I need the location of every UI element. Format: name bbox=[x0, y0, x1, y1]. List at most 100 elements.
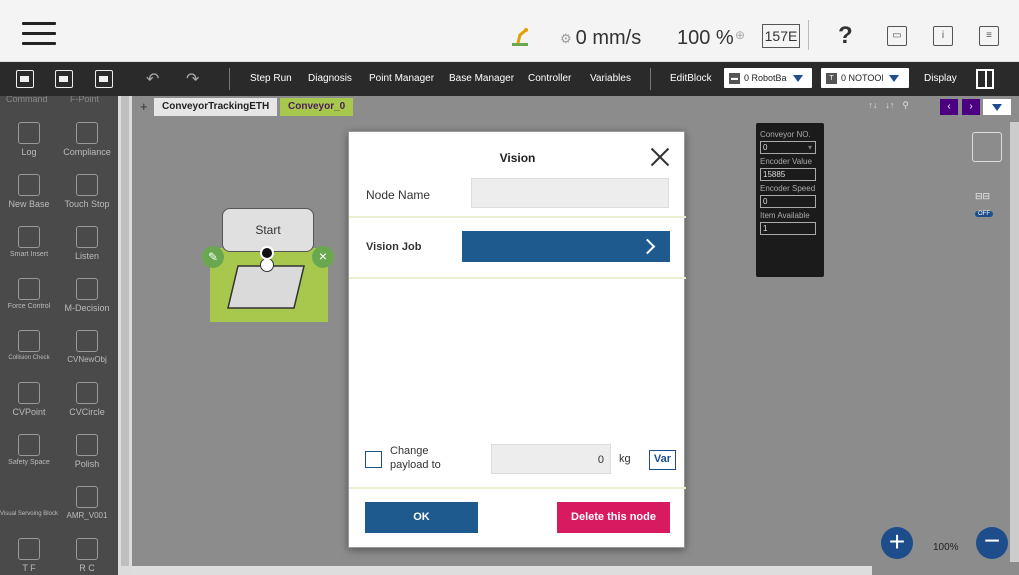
edit-icon[interactable]: ✎ bbox=[202, 246, 224, 268]
tab-conveyor-0[interactable]: Conveyor_0 bbox=[280, 98, 354, 116]
node-name-input[interactable] bbox=[471, 178, 669, 208]
change-payload-checkbox[interactable] bbox=[365, 451, 382, 468]
status-bar: ⚙ 0 mm/s 100 % ⊕ 157E ? ▭ i ≡ bbox=[0, 0, 1019, 62]
redo-icon[interactable]: ↷ bbox=[186, 69, 199, 89]
speed-adjust-icon[interactable]: ⊕ bbox=[735, 28, 745, 42]
tab-conveyor-tracking[interactable]: ConveyorTrackingETH bbox=[154, 98, 278, 116]
display-button[interactable]: Display bbox=[924, 73, 957, 84]
encoder-speed-label: Encoder Speed bbox=[760, 184, 816, 193]
palette-item-compliance[interactable]: Compliance bbox=[58, 116, 116, 168]
zoom-level: 100% bbox=[933, 542, 959, 553]
close-icon[interactable]: × bbox=[312, 246, 334, 268]
cvnewobj-icon bbox=[76, 330, 98, 352]
sort-desc-icon[interactable]: ↓↑ bbox=[885, 100, 894, 111]
menu-icon[interactable] bbox=[22, 22, 56, 45]
panel-toggle-icon[interactable] bbox=[976, 69, 994, 89]
start-node-group: Start ✎ × bbox=[202, 208, 336, 322]
tool-select[interactable]: T 0 NOTOOl bbox=[821, 68, 909, 88]
palette-item-collision-check[interactable]: Collision Check bbox=[0, 324, 58, 376]
palette-item-cvpoint[interactable]: CVPoint bbox=[0, 376, 58, 428]
smart-insert-icon bbox=[18, 226, 40, 248]
palette-item-amr[interactable]: AMR_V001 bbox=[58, 480, 116, 532]
palette-item-rc[interactable]: R C bbox=[58, 532, 116, 575]
flow-layout-icon[interactable] bbox=[972, 132, 1002, 162]
keyboard-icon[interactable]: ▭ bbox=[887, 26, 907, 46]
m-decision-icon bbox=[76, 278, 98, 300]
tab-next-icon[interactable]: › bbox=[962, 99, 980, 115]
close-icon[interactable] bbox=[648, 145, 672, 169]
add-tab-icon[interactable]: + bbox=[140, 99, 148, 114]
new-file-icon[interactable] bbox=[16, 70, 34, 88]
palette-scrollbar[interactable] bbox=[118, 96, 132, 575]
palette-item-cvcircle[interactable]: CVCircle bbox=[58, 376, 116, 428]
tab-dropdown[interactable] bbox=[983, 99, 1011, 115]
payload-input[interactable]: 0 bbox=[491, 444, 611, 474]
undo-icon[interactable]: ↶ bbox=[146, 69, 159, 89]
save-file-icon[interactable] bbox=[95, 70, 113, 88]
divider bbox=[349, 487, 686, 489]
step-run-button[interactable]: Step Run bbox=[250, 73, 292, 84]
var-button[interactable]: Var bbox=[649, 450, 676, 470]
base-select[interactable]: ▬ 0 RobotBa bbox=[724, 68, 812, 88]
edit-block-button[interactable]: EditBlock bbox=[670, 73, 712, 84]
palette-item-m-decision[interactable]: M-Decision bbox=[58, 272, 116, 324]
log-icon[interactable]: ≡ bbox=[979, 26, 999, 46]
compliance-icon bbox=[76, 122, 98, 144]
palette-item-smart-insert[interactable]: Smart Insert bbox=[0, 220, 58, 272]
variables-button[interactable]: Variables bbox=[590, 73, 631, 84]
base-manager-button[interactable]: Base Manager bbox=[449, 73, 514, 84]
search-icon[interactable]: ⚲ bbox=[902, 100, 909, 111]
item-available: 1 bbox=[760, 222, 816, 235]
zoom-out-icon[interactable]: − bbox=[976, 527, 1008, 559]
zoom-in-icon[interactable]: + bbox=[881, 527, 913, 559]
canvas-vertical-scrollbar[interactable] bbox=[1010, 122, 1019, 562]
info-icon[interactable]: i bbox=[933, 26, 953, 46]
palette-item-force-control[interactable]: Force Control bbox=[0, 272, 58, 324]
diagnosis-button[interactable]: Diagnosis bbox=[308, 73, 352, 84]
base-icon: ▬ bbox=[729, 72, 740, 84]
palette-item-tf[interactable]: T F bbox=[0, 532, 58, 575]
force-control-icon bbox=[18, 278, 40, 300]
log-icon bbox=[18, 122, 40, 144]
rc-icon bbox=[76, 538, 98, 560]
touch-stop-icon bbox=[76, 174, 98, 196]
palette-item-polish[interactable]: Polish bbox=[58, 428, 116, 480]
chevron-down-icon bbox=[889, 74, 900, 82]
speed-readout: ⚙ 0 mm/s bbox=[560, 27, 642, 49]
point-manager-button[interactable]: Point Manager bbox=[369, 73, 434, 84]
sort-asc-icon[interactable]: ↑↓ bbox=[868, 100, 877, 111]
palette-item-visual-servoing[interactable]: Visual Servoing Block bbox=[0, 480, 58, 532]
palette-item-touch-stop[interactable]: Touch Stop bbox=[58, 168, 116, 220]
amr-icon bbox=[76, 486, 98, 508]
auto-toggle[interactable]: ⊟⊟ OFF bbox=[975, 191, 1001, 217]
listen-icon bbox=[76, 226, 98, 248]
canvas-horizontal-scrollbar[interactable] bbox=[132, 566, 872, 575]
sort-tools: ↑↓ ↓↑ ⚲ bbox=[868, 100, 909, 111]
palette-item-log[interactable]: Log bbox=[0, 116, 58, 168]
tf-icon bbox=[18, 538, 40, 560]
cvpoint-icon bbox=[18, 382, 40, 404]
conveyor-no-select[interactable]: 0 bbox=[760, 141, 816, 154]
robot-arm-icon bbox=[512, 28, 528, 46]
palette-item-cvnewobj[interactable]: CVNewObj bbox=[58, 324, 116, 376]
project-status-badge[interactable]: 157E bbox=[762, 24, 800, 48]
help-icon[interactable]: ? bbox=[838, 22, 853, 50]
vision-job-label: Vision Job bbox=[366, 241, 422, 253]
controller-button[interactable]: Controller bbox=[528, 73, 571, 84]
tab-prev-icon[interactable]: ‹ bbox=[940, 99, 958, 115]
delete-node-button[interactable]: Delete this node bbox=[557, 502, 670, 533]
palette-item-listen[interactable]: Listen bbox=[58, 220, 116, 272]
palette-item-safety-space[interactable]: Safety Space bbox=[0, 428, 58, 480]
palette-item-new-base[interactable]: New Base bbox=[0, 168, 58, 220]
dialog-title: Vision bbox=[499, 151, 536, 165]
open-file-icon[interactable] bbox=[55, 70, 73, 88]
vision-job-button[interactable] bbox=[462, 231, 670, 262]
collision-check-icon bbox=[18, 330, 40, 352]
scroll-thumb[interactable] bbox=[121, 96, 129, 566]
safety-space-icon bbox=[18, 434, 40, 456]
node-palette: Command F-Point Log Compliance New Base … bbox=[0, 96, 118, 575]
connector-arrow-icon bbox=[260, 246, 274, 260]
ok-button[interactable]: OK bbox=[365, 502, 478, 533]
chevron-down-icon bbox=[792, 74, 803, 82]
new-base-icon bbox=[18, 174, 40, 196]
